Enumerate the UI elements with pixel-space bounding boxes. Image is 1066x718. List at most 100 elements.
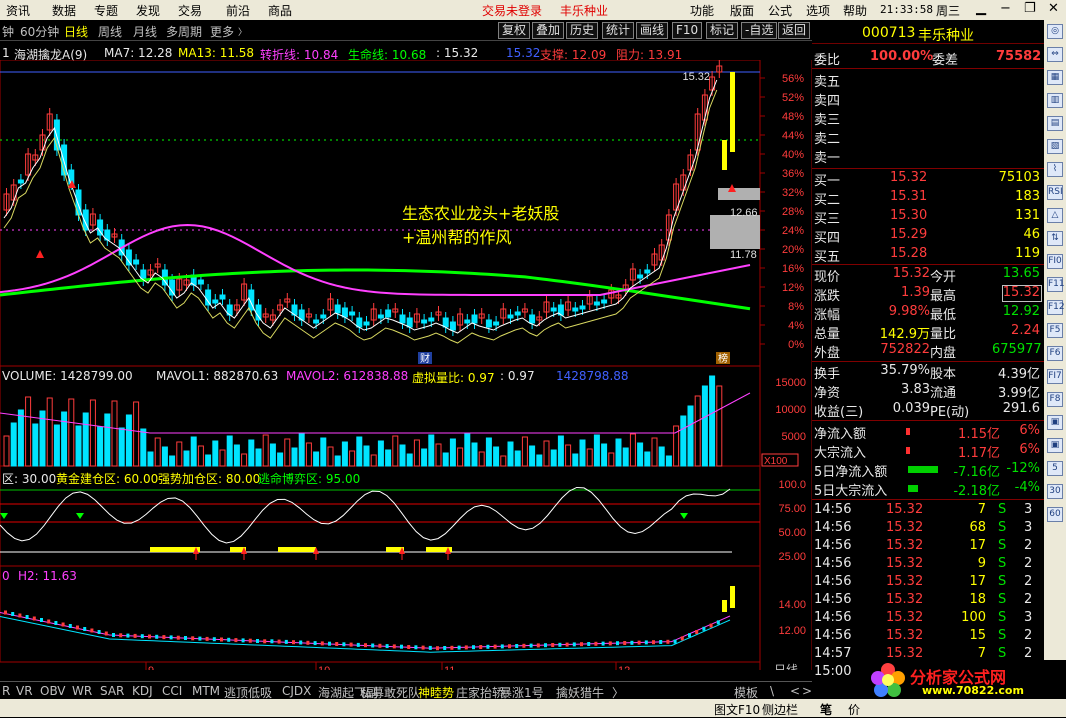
tool-icon[interactable]: 60	[1047, 507, 1063, 522]
tool-icon[interactable]: ▤	[1047, 116, 1063, 131]
tool-icon[interactable]: ⇅	[1047, 231, 1063, 246]
flow-bar	[906, 447, 910, 454]
h2-bar	[443, 646, 447, 650]
tool-icon[interactable]: ▧	[1047, 139, 1063, 154]
tab-period[interactable]: 多周期	[166, 23, 202, 40]
h2-bar	[428, 645, 432, 650]
candle-body	[320, 314, 327, 319]
price-annotation: 11.78	[730, 249, 757, 261]
ask-label: 卖一	[814, 151, 841, 166]
volume-bar	[449, 438, 456, 467]
tool-icon[interactable]: ▦	[1047, 70, 1063, 85]
indicator-tab[interactable]: WR	[72, 684, 92, 698]
tick-row: 14:56 15.32 18 S 2	[812, 591, 1044, 610]
tool-icon[interactable]: ⌇	[1047, 162, 1063, 177]
indicator-tab[interactable]: <	[790, 684, 800, 698]
f10-link[interactable]: 图文F10	[714, 701, 760, 718]
tab-period[interactable]: 钟	[2, 23, 14, 40]
tool-icon[interactable]: 5	[1047, 461, 1063, 476]
chart-area[interactable]: 56% 52% 48% 44% 40% 36% 32% 28% 24% 20% 16% 12% 8% 4%…	[0, 59, 813, 677]
tool-icon[interactable]: F12	[1047, 300, 1065, 315]
menu-item[interactable]: 资讯	[6, 2, 30, 19]
tool-icon[interactable]: ◎	[1047, 24, 1063, 39]
mark-button[interactable]: 标记	[706, 22, 739, 39]
f10-button[interactable]: F10	[672, 22, 703, 39]
menu-item[interactable]: 交易	[178, 2, 202, 19]
volume-axis-label: 5000	[782, 431, 806, 443]
menu-item[interactable]: 功能	[690, 2, 714, 19]
volume-bar	[709, 375, 716, 467]
tab-period[interactable]: 月线	[133, 23, 157, 40]
tick-tab[interactable]: 笔	[820, 701, 832, 718]
overlay-button[interactable]: 叠加	[532, 22, 565, 39]
tab-period[interactable]: 60分钟	[20, 23, 59, 40]
volume-bar	[629, 433, 636, 467]
menu-item[interactable]: 数据	[52, 2, 76, 19]
minimize-icon[interactable]: −	[1000, 1, 1011, 16]
trade-status[interactable]: 交易未登录	[482, 2, 542, 19]
close-icon[interactable]: ✕	[1048, 1, 1059, 16]
history-button[interactable]: 历史	[566, 22, 599, 39]
menu-item[interactable]: 公式	[768, 2, 792, 19]
flow-pct: -12%	[1006, 461, 1040, 476]
tick-row: 14:56 15.32 68 S 3	[812, 519, 1044, 538]
h2-bar	[500, 644, 504, 649]
flower-logo-icon	[871, 663, 905, 697]
draw-button[interactable]: 画线	[636, 22, 669, 39]
menu-item[interactable]: 专题	[94, 2, 118, 19]
back-button[interactable]: 返回	[778, 22, 811, 39]
tool-icon[interactable]: F6	[1047, 346, 1063, 361]
tab-period[interactable]: 更多	[210, 23, 234, 40]
volume-bar	[89, 399, 96, 467]
chevron-right-icon[interactable]: 〉	[238, 25, 247, 38]
indicator-tab[interactable]: >	[802, 684, 812, 698]
price-box	[710, 215, 760, 249]
tool-icon[interactable]: F5	[1047, 323, 1063, 338]
tab-period[interactable]: 日线	[64, 23, 88, 40]
tick-price: 15.32	[886, 556, 924, 571]
tool-icon[interactable]: ▣	[1047, 415, 1063, 430]
indicator-tab[interactable]: CJDX	[282, 684, 311, 698]
tool-icon[interactable]: ⇔	[1047, 47, 1063, 62]
menu-item[interactable]: 版面	[730, 2, 754, 19]
fuquan-button[interactable]: 复权	[498, 22, 531, 39]
indicator-tab[interactable]: MTM	[192, 684, 220, 698]
tool-icon[interactable]: FI0	[1047, 254, 1063, 269]
menu-item[interactable]: 发现	[136, 2, 160, 19]
price-tab[interactable]: 价	[848, 701, 860, 718]
tool-icon[interactable]: FI7	[1047, 369, 1063, 384]
indicator-tab[interactable]: \	[770, 684, 774, 698]
h2-bar	[544, 643, 547, 648]
tool-icon[interactable]: ▣	[1047, 438, 1063, 453]
tab-period[interactable]: 周线	[98, 23, 122, 40]
sidebar-link[interactable]: 侧边栏	[762, 701, 798, 718]
h2-bar	[385, 644, 389, 649]
indicator-tab[interactable]: CCI	[162, 684, 182, 698]
volume-bar	[205, 454, 212, 467]
kline-chart[interactable]: 56% 52% 48% 44% 40% 36% 32% 28% 24% 20% 16% 12% 8% 4%…	[0, 59, 813, 677]
minimize-icon[interactable]: ▁	[976, 1, 986, 16]
tool-icon[interactable]: F11	[1047, 277, 1065, 292]
candle-body	[17, 179, 24, 184]
h2-axis-label: 12.00	[778, 625, 806, 637]
menu-item[interactable]: 前沿	[226, 2, 250, 19]
indicator-tab[interactable]: SAR	[100, 684, 124, 698]
tool-icon[interactable]: 30	[1047, 484, 1063, 499]
tool-icon[interactable]: RSI	[1047, 185, 1063, 200]
menu-item[interactable]: 选项	[806, 2, 830, 19]
tool-icon[interactable]: F8	[1047, 392, 1063, 407]
flow-bar	[906, 428, 910, 435]
menu-item[interactable]: 帮助	[843, 2, 867, 19]
watchlist-button[interactable]: -自选	[741, 22, 778, 39]
bid-label: 买五	[814, 250, 841, 265]
indicator-tab[interactable]: OBV	[40, 684, 66, 698]
h2-bar	[83, 627, 87, 631]
tool-icon[interactable]: ▥	[1047, 93, 1063, 108]
indicator-tab[interactable]: KDJ	[132, 684, 153, 698]
indicator-tab[interactable]: R	[2, 684, 10, 698]
stats-button[interactable]: 统计	[602, 22, 635, 39]
tool-icon[interactable]: △	[1047, 208, 1063, 223]
menu-item[interactable]: 商品	[268, 2, 292, 19]
indicator-tab[interactable]: VR	[16, 684, 33, 698]
maximize-icon[interactable]: ❐	[1024, 1, 1036, 16]
